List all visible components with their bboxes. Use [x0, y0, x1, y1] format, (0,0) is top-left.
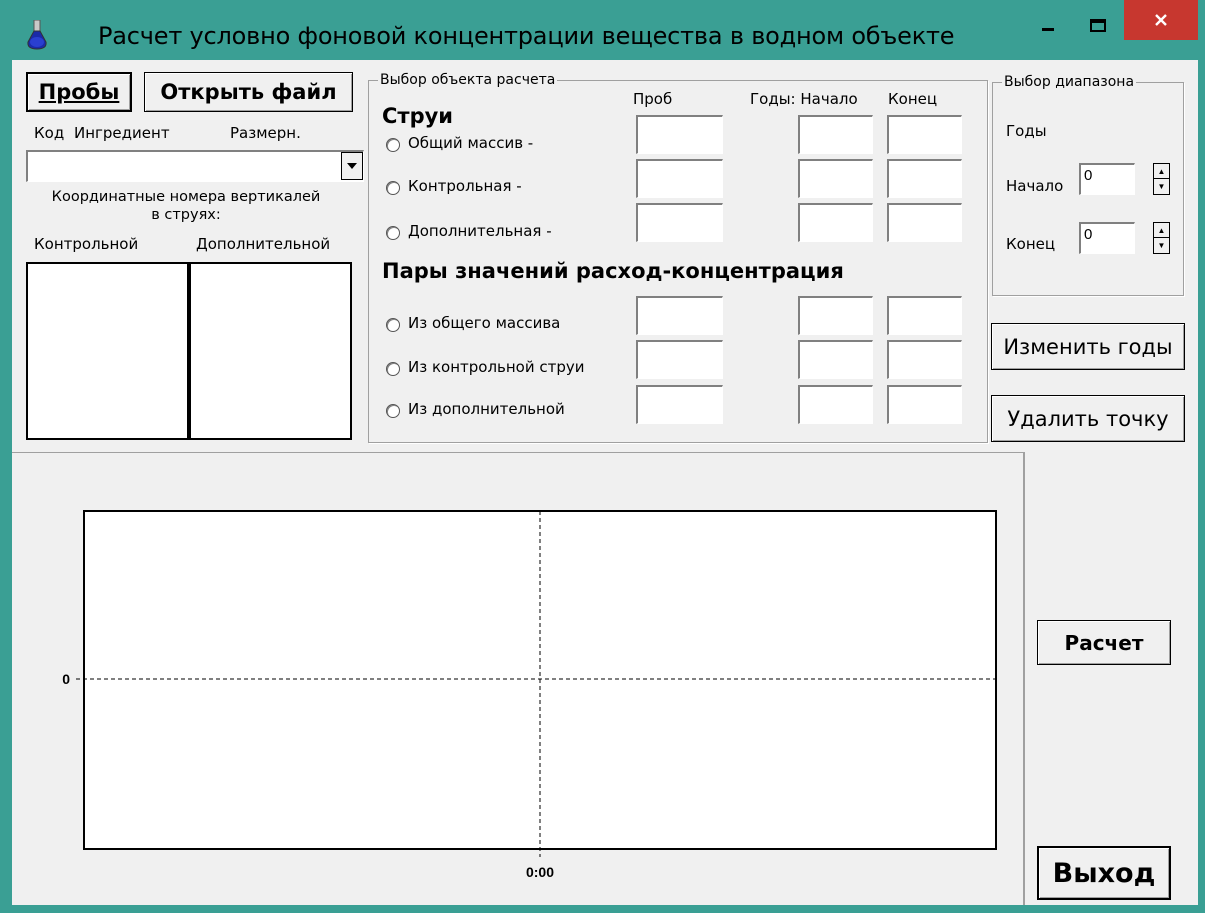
range-start-input[interactable]: 0 — [1079, 163, 1135, 195]
pairs-control-label: Из контрольной струи — [408, 358, 585, 376]
radio-additional[interactable] — [386, 226, 400, 240]
coords-caption-line1: Координатные номера вертикалей — [51, 189, 321, 205]
minimize-icon — [1042, 28, 1054, 31]
calc-object-group-title: Выбор объекта расчета — [378, 72, 558, 88]
range-end-spinner[interactable]: ▲ ▼ — [1153, 222, 1170, 254]
close-icon — [1155, 14, 1167, 26]
column-ingredient-label: Ингредиент — [74, 124, 170, 142]
additional-probes-field[interactable] — [636, 203, 723, 242]
calc-button[interactable]: Расчет — [1037, 620, 1171, 665]
y-tick-label: 0 — [62, 671, 70, 687]
pairs-additional-end-field[interactable] — [887, 385, 962, 424]
client-area: Пробы Открыть файл Код Ингредиент Размер… — [12, 60, 1198, 905]
open-file-button-label: Открыть файл — [160, 80, 337, 104]
column-years-start-label: Годы: Начало — [750, 90, 858, 108]
streams-heading: Струи — [382, 104, 454, 128]
general-start-field[interactable] — [798, 115, 873, 154]
close-button[interactable] — [1124, 0, 1198, 40]
change-years-button-label: Изменить годы — [1003, 334, 1173, 359]
x-tick-label: 0:00 — [526, 864, 554, 880]
stream-general-label: Общий массив - — [408, 134, 534, 152]
list-control-header: Контрольной — [34, 235, 139, 253]
calc-button-label: Расчет — [1064, 630, 1144, 655]
pairs-heading: Пары значений расход-концентрация — [382, 259, 844, 283]
list-additional-header: Дополнительной — [196, 235, 331, 253]
additional-verticals-list[interactable] — [189, 262, 352, 440]
range-end-input[interactable]: 0 — [1079, 222, 1135, 254]
pairs-control-start-field[interactable] — [798, 340, 873, 379]
open-file-button[interactable]: Открыть файл — [144, 72, 353, 112]
range-start-label: Начало — [1006, 177, 1064, 195]
pairs-general-start-field[interactable] — [798, 296, 873, 335]
app-window: Расчет условно фоновой концентрации веще… — [0, 0, 1205, 913]
general-probes-field[interactable] — [636, 115, 723, 154]
flask-icon — [27, 20, 47, 50]
spin-down-icon[interactable]: ▼ — [1154, 179, 1169, 194]
range-years-label: Годы — [1006, 122, 1047, 140]
probes-button[interactable]: Пробы — [26, 72, 132, 112]
radio-pairs-additional[interactable] — [386, 404, 400, 418]
column-probes-label: Проб — [633, 90, 673, 108]
column-units-label: Размерн. — [230, 124, 301, 142]
spin-down-icon[interactable]: ▼ — [1154, 238, 1169, 253]
radio-pairs-control[interactable] — [386, 362, 400, 376]
pairs-additional-probes-field[interactable] — [636, 385, 723, 424]
control-verticals-list[interactable] — [26, 262, 189, 440]
chevron-down-icon — [347, 163, 357, 169]
stream-control-label: Контрольная - — [408, 177, 522, 195]
maximize-icon — [1090, 19, 1106, 32]
control-probes-field[interactable] — [636, 159, 723, 198]
spin-up-icon[interactable]: ▲ — [1154, 223, 1169, 238]
stream-additional-label: Дополнительная - — [408, 222, 552, 240]
pairs-general-probes-field[interactable] — [636, 296, 723, 335]
title-bar[interactable]: Расчет условно фоновой концентрации веще… — [0, 0, 1205, 60]
coords-caption-line2: в струях: — [151, 207, 221, 223]
minimize-button[interactable] — [1030, 8, 1066, 44]
radio-control[interactable] — [386, 181, 400, 195]
range-end-label: Конец — [1006, 235, 1056, 253]
dropdown-button[interactable] — [341, 152, 363, 180]
radio-general-array[interactable] — [386, 138, 400, 152]
exit-button-label: Выход — [1052, 857, 1156, 889]
pairs-control-probes-field[interactable] — [636, 340, 723, 379]
additional-end-field[interactable] — [887, 203, 962, 242]
range-group-title: Выбор диапазона — [1002, 74, 1137, 90]
delete-point-button-label: Удалить точку — [1007, 406, 1169, 431]
probes-button-label: Пробы — [38, 80, 120, 104]
spin-up-icon[interactable]: ▲ — [1154, 164, 1169, 179]
delete-point-button[interactable]: Удалить точку — [991, 395, 1185, 442]
maximize-button[interactable] — [1080, 8, 1116, 44]
range-start-spinner[interactable]: ▲ ▼ — [1153, 163, 1170, 195]
control-end-field[interactable] — [887, 159, 962, 198]
additional-start-field[interactable] — [798, 203, 873, 242]
window-title: Расчет условно фоновой концентрации веще… — [98, 22, 955, 50]
general-end-field[interactable] — [887, 115, 962, 154]
pairs-general-end-field[interactable] — [887, 296, 962, 335]
chart: 0 0:00 — [62, 510, 997, 880]
pairs-additional-label: Из дополнительной — [408, 400, 565, 418]
chart-panel: 0 0:00 — [12, 452, 1025, 905]
column-code-label: Код — [34, 124, 65, 142]
ingredient-select[interactable] — [26, 150, 364, 182]
pairs-additional-start-field[interactable] — [798, 385, 873, 424]
pairs-control-end-field[interactable] — [887, 340, 962, 379]
pairs-general-label: Из общего массива — [408, 314, 561, 332]
exit-button[interactable]: Выход — [1037, 846, 1171, 900]
column-end-label: Конец — [888, 90, 938, 108]
radio-pairs-general[interactable] — [386, 318, 400, 332]
change-years-button[interactable]: Изменить годы — [991, 323, 1185, 370]
coords-caption: Координатные номера вертикалей в струях: — [12, 188, 360, 224]
control-start-field[interactable] — [798, 159, 873, 198]
